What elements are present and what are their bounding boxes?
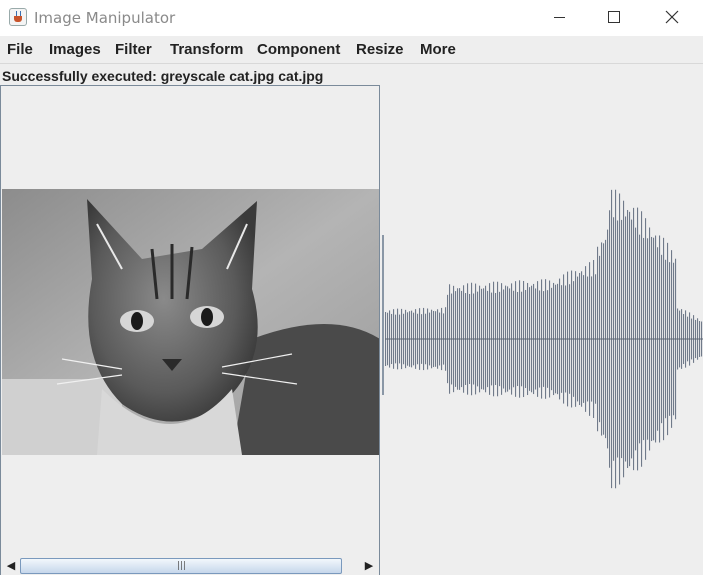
scrollbar-thumb[interactable]: ||| xyxy=(20,558,342,574)
menu-bar: File Images Filter Transform Component R… xyxy=(0,36,703,64)
menu-more[interactable]: More xyxy=(420,41,456,58)
title-bar: Image Manipulator xyxy=(0,0,703,36)
menu-transform[interactable]: Transform xyxy=(170,41,243,58)
scroll-right-icon[interactable]: ▶ xyxy=(361,558,377,574)
grip-icon: ||| xyxy=(177,561,187,571)
menu-file[interactable]: File xyxy=(7,41,33,58)
scroll-left-icon[interactable]: ◀ xyxy=(3,558,19,574)
status-message: Successfully executed: greyscale cat.jpg… xyxy=(2,68,324,84)
menu-filter[interactable]: Filter xyxy=(115,41,152,58)
menu-component[interactable]: Component xyxy=(257,41,340,58)
waveform-plot xyxy=(385,189,703,489)
maximize-icon xyxy=(608,11,620,23)
horizontal-scrollbar[interactable]: ◀ ||| ▶ xyxy=(1,556,379,575)
cat-image xyxy=(2,189,379,455)
menu-resize[interactable]: Resize xyxy=(356,41,404,58)
split-divider[interactable] xyxy=(382,235,384,395)
window-title: Image Manipulator xyxy=(34,9,176,27)
minimize-button[interactable] xyxy=(537,0,583,36)
maximize-button[interactable] xyxy=(590,0,636,36)
menu-images[interactable]: Images xyxy=(49,41,101,58)
minimize-icon xyxy=(554,17,565,18)
close-icon xyxy=(665,10,679,24)
close-button[interactable] xyxy=(649,0,695,36)
main-content: Successfully executed: greyscale cat.jpg… xyxy=(0,64,703,575)
image-scroll-pane[interactable]: ◀ ||| ▶ xyxy=(0,85,380,575)
java-app-icon xyxy=(9,8,27,26)
